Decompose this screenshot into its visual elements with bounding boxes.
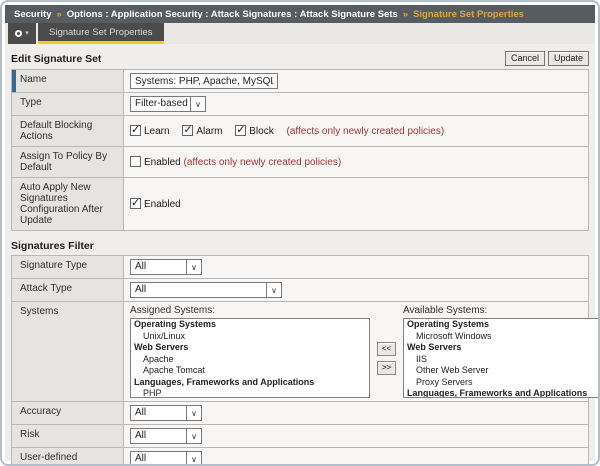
signatures-filter-table: Signature Type All ∨ Attack Type All ∨ [11,255,589,466]
tab-signature-set-properties[interactable]: Signature Set Properties [38,23,164,44]
assigned-systems-listbox[interactable]: Operating SystemsUnix/LinuxWeb ServersAp… [130,318,370,398]
breadcrumb-path[interactable]: Options : Application Security : Attack … [67,9,398,20]
alarm-checkbox-label: Alarm [196,126,222,137]
transfer-buttons: << >> [377,328,396,375]
move-to-assigned-button[interactable]: << [377,342,396,356]
auto-apply-label: Auto Apply New Signatures Configuration … [12,178,124,231]
list-item[interactable]: Languages, Frameworks and Applications [131,377,369,389]
assign-enabled-label: Enabled [144,157,181,168]
breadcrumb-separator-icon: » [403,9,408,20]
available-systems-listbox[interactable]: Operating SystemsMicrosoft WindowsWeb Se… [403,318,600,398]
chevron-down-icon: ∨ [186,452,201,466]
attack-type-select[interactable]: All ∨ [130,282,282,298]
auto-apply-enabled-label: Enabled [144,199,181,210]
risk-select[interactable]: All ∨ [130,428,202,444]
page-content: Edit Signature Set Cancel Update Name Ty… [5,44,595,461]
list-item[interactable]: Operating Systems [131,319,369,331]
name-label: Name [12,70,124,93]
assigned-systems-column: Assigned Systems: Operating SystemsUnix/… [130,305,370,398]
blocking-actions-label: Default Blocking Actions [12,116,124,147]
filter-section-header: Signatures Filter [11,240,589,252]
table-row: Assign To Policy By Default Enabled (aff… [12,147,589,178]
accuracy-label: Accuracy [12,402,124,425]
list-item[interactable]: Other Web Server [404,365,600,377]
assigned-systems-caption: Assigned Systems: [130,305,370,316]
table-row: Systems Assigned Systems: Operating Syst… [12,302,589,402]
assign-policy-note: (affects only newly created policies) [183,157,341,168]
list-item[interactable]: Operating Systems [404,319,600,331]
edit-signature-set-table: Name Type Filter-based ∨ Default Blockin… [11,69,589,231]
breadcrumb: Security » Options : Application Securit… [5,5,595,23]
risk-label: Risk [12,425,124,448]
app-window: Security » Options : Application Securit… [0,0,600,466]
chevron-down-icon: ∨ [266,283,281,297]
block-checkbox-label: Block [249,126,273,137]
list-item[interactable]: Microsoft Windows [404,331,600,343]
systems-label: Systems [12,302,124,402]
list-item[interactable]: Web Servers [404,342,600,354]
list-item[interactable]: IIS [404,354,600,366]
move-to-available-button[interactable]: >> [377,361,396,375]
user-defined-label: User-defined [12,448,124,466]
signature-type-label: Signature Type [12,256,124,279]
available-systems-caption: Available Systems: [403,305,600,316]
section-title: Signatures Filter [11,240,94,252]
table-row: Accuracy All ∨ [12,402,589,425]
learn-checkbox[interactable] [130,125,141,136]
cancel-button-top[interactable]: Cancel [505,51,545,66]
chevron-down-icon: ∨ [186,429,201,443]
breadcrumb-current: Signature Set Properties [413,9,524,20]
table-row: User-defined All ∨ [12,448,589,466]
tab-bar: ▾ Signature Set Properties [5,23,595,44]
update-button-top[interactable]: Update [548,51,589,66]
name-input[interactable] [130,73,278,89]
alarm-checkbox[interactable] [182,125,193,136]
list-item[interactable]: Languages, Frameworks and Applications [404,388,600,398]
auto-apply-enabled-checkbox[interactable] [130,198,141,209]
chevron-down-icon: ∨ [186,406,201,420]
options-gear-button[interactable]: ▾ [8,23,36,44]
list-item[interactable]: Proxy Servers [404,377,600,389]
user-defined-select[interactable]: All ∨ [130,451,202,466]
learn-checkbox-label: Learn [144,126,170,137]
available-systems-column: Available Systems: Operating SystemsMicr… [403,305,600,398]
table-row: Auto Apply New Signatures Configuration … [12,178,589,231]
assign-policy-label: Assign To Policy By Default [12,147,124,178]
table-row: Name [12,70,589,93]
section-title: Edit Signature Set [11,53,101,65]
chevron-down-icon: ▾ [25,30,29,37]
type-select[interactable]: Filter-based ∨ [130,96,206,112]
table-row: Type Filter-based ∨ [12,93,589,116]
accuracy-select[interactable]: All ∨ [130,405,202,421]
breadcrumb-separator-icon: » [57,9,62,20]
table-row: Signature Type All ∨ [12,256,589,279]
type-label: Type [12,93,124,116]
block-checkbox[interactable] [235,125,246,136]
attack-type-label: Attack Type [12,279,124,302]
edit-section-header: Edit Signature Set Cancel Update [11,51,589,66]
breadcrumb-root[interactable]: Security [14,9,52,20]
list-item[interactable]: Unix/Linux [131,331,369,343]
list-item[interactable]: PHP [131,388,369,398]
list-item[interactable]: Apache [131,354,369,366]
list-item[interactable]: Web Servers [131,342,369,354]
chevron-down-icon: ∨ [186,260,201,274]
table-row: Default Blocking Actions Learn Alarm Blo… [12,116,589,147]
gear-icon [15,30,22,37]
signature-type-select[interactable]: All ∨ [130,259,202,275]
table-row: Attack Type All ∨ [12,279,589,302]
assign-enabled-checkbox[interactable] [130,156,141,167]
table-row: Risk All ∨ [12,425,589,448]
list-item[interactable]: Apache Tomcat [131,365,369,377]
chevron-down-icon: ∨ [190,97,205,111]
blocking-actions-note: (affects only newly created policies) [287,126,445,137]
